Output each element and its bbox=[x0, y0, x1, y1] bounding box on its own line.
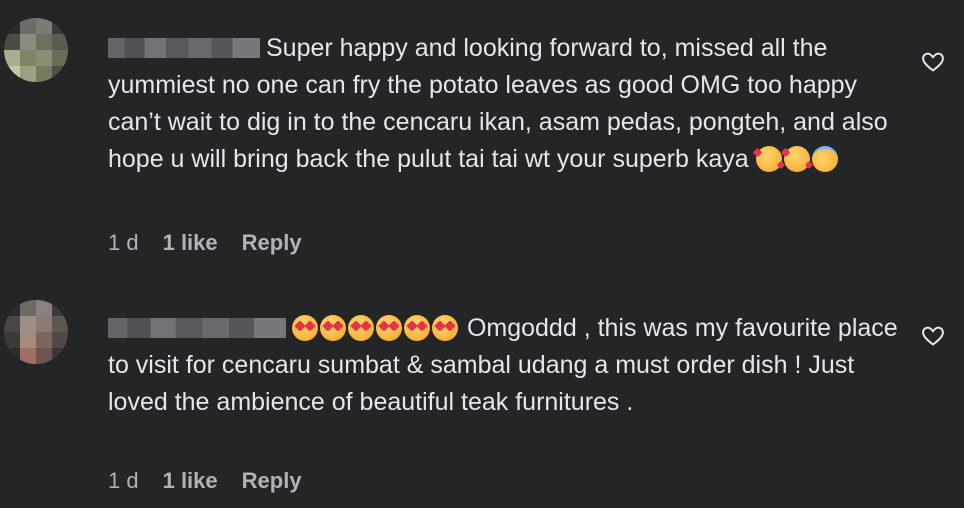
avatar[interactable] bbox=[4, 300, 68, 364]
heart-eyes-emoji bbox=[320, 315, 346, 341]
heart-eyes-emoji bbox=[404, 315, 430, 341]
heart-eyes-emoji bbox=[292, 315, 318, 341]
comment-meta: 1 d 1 like Reply bbox=[108, 468, 302, 494]
smiling-face-with-hearts-emoji bbox=[755, 146, 782, 172]
timestamp[interactable]: 1 d bbox=[108, 230, 139, 256]
comment-meta: 1 d 1 like Reply bbox=[108, 230, 302, 256]
like-count[interactable]: 1 like bbox=[163, 230, 218, 256]
reply-button[interactable]: Reply bbox=[242, 230, 302, 256]
author-name[interactable] bbox=[108, 318, 286, 338]
smiling-face-with-hearts-emoji bbox=[783, 146, 810, 172]
timestamp[interactable]: 1 d bbox=[108, 468, 139, 494]
author-name[interactable] bbox=[108, 38, 260, 58]
comments-list: Super happy and looking forward to, miss… bbox=[0, 0, 964, 508]
like-count[interactable]: 1 like bbox=[163, 468, 218, 494]
heart-outline-icon[interactable] bbox=[921, 50, 945, 74]
comment-body: Omgoddd , this was my favourite place to… bbox=[108, 310, 898, 421]
comment: Omgoddd , this was my favourite place to… bbox=[0, 282, 964, 508]
heart-eyes-emoji bbox=[376, 315, 402, 341]
heart-eyes-emoji bbox=[348, 315, 374, 341]
heart-outline-icon[interactable] bbox=[921, 324, 945, 348]
smiling-face-with-halo-emoji bbox=[811, 146, 838, 172]
heart-eyes-emoji bbox=[432, 315, 458, 341]
avatar[interactable] bbox=[4, 18, 68, 82]
comment: Super happy and looking forward to, miss… bbox=[0, 0, 964, 270]
comment-body: Super happy and looking forward to, miss… bbox=[108, 30, 898, 178]
reply-button[interactable]: Reply bbox=[242, 468, 302, 494]
